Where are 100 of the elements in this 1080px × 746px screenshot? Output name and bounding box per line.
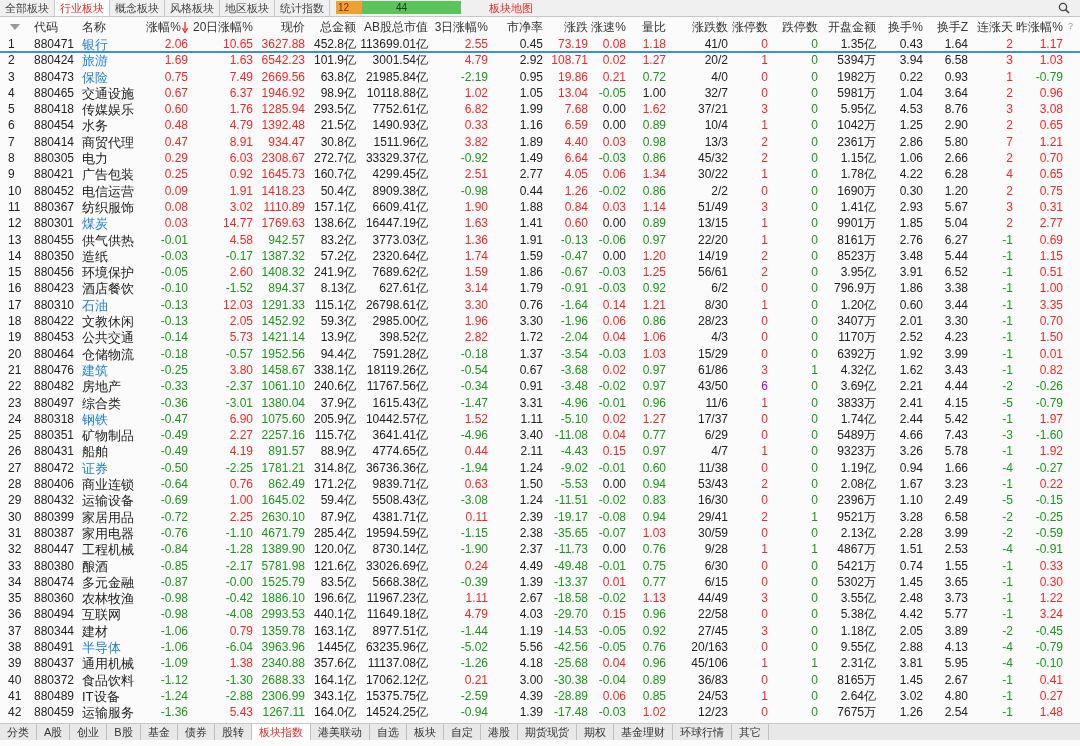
sector-name[interactable]: 运输服务 (78, 705, 135, 721)
sector-name[interactable]: 环境保护 (78, 265, 135, 281)
table-row[interactable]: 18 880422 文教休闲 -0.13 2.05 1452.92 59.3亿 2985.00亿 1.96 3.30 -1.96 0.06 0.86 28/23 0 0 3407万 2.01 3.30 -1 0.70 (0, 314, 1080, 331)
sector-name[interactable]: 煤炭 (78, 216, 135, 232)
tab[interactable]: 概念板块 (110, 0, 165, 16)
table-row[interactable]: 2 880424 旅游 1.69 1.63 6542.23 101.9亿 3001.54亿 4.79 2.92 108.71 0.02 1.27 20/2 1 0 5394万 3.94 6.58 3 1.03 (0, 53, 1080, 70)
sector-name[interactable]: 矿物制品 (78, 428, 135, 444)
table-row[interactable]: 17 880310 石油 -0.13 12.03 1291.33 115.1亿 26798.61亿 3.30 0.76 -1.64 0.14 1.21 8/30 1 0 1.20亿 0.60 3.44 -1 3.35 (0, 297, 1080, 315)
sector-name[interactable]: 建筑 (78, 362, 135, 378)
table-row[interactable]: 23 880497 综合类 -0.36 -3.01 1380.04 37.9亿 1615.43亿 -1.47 3.31 -4.96 -0.01 0.96 11/6 1 0 3833万 2.41 4.15 -5 -0.79 (0, 395, 1080, 412)
table-row[interactable]: 41 880489 IT设备 -1.24 -2.88 2306.99 343.1亿 15375.75亿 -2.59 4.39 -28.89 0.06 0.85 24/53 1 0 2.64亿 3.02 4.80 -1 0.27 (0, 688, 1080, 706)
sector-name[interactable]: 证券 (78, 460, 135, 476)
sector-name[interactable]: 文教休闲 (78, 314, 135, 330)
table-row[interactable]: 20 880464 仓储物流 -0.18 -0.57 1952.56 94.4亿 7591.28亿 -0.18 1.37 -3.54 -0.03 1.03 15/29 0 0 6392万 1.92 3.99 -1 0.01 (0, 346, 1080, 363)
sector-name[interactable]: 造纸 (78, 248, 135, 264)
table-row[interactable]: 33 880380 酿酒 -0.85 -2.17 5781.98 121.6亿 33026.69亿 0.24 4.49 -49.48 -0.01 0.75 6/30 0 0 5421万 0.74 1.55 -1 0.33 (0, 558, 1080, 575)
tab[interactable]: 港美联动 (310, 724, 370, 741)
table-row[interactable]: 26 880431 船舶 -0.49 4.19 891.57 88.9亿 4774.65亿 0.44 2.11 -4.43 0.15 0.97 4/7 1 0 9323万 3.26 5.78 -1 1.92 (0, 444, 1080, 461)
column-header[interactable]: AB股总市值 (364, 18, 428, 36)
column-header[interactable]: 代码 (34, 18, 58, 36)
sector-name[interactable]: 食品饮料 (78, 672, 135, 688)
table-row[interactable]: 8 880305 电力 0.29 6.03 2308.67 272.7亿 33329.37亿 -0.92 1.49 6.64 -0.03 0.86 45/32 2 0 1.15亿 1.06 2.66 2 0.70 (0, 151, 1080, 168)
column-header[interactable]: 涨幅% (146, 18, 181, 36)
tab[interactable]: A股 (37, 724, 71, 741)
tab[interactable]: 债券 (177, 724, 215, 741)
table-row[interactable]: 28 880406 商业连锁 -0.64 0.76 862.49 171.2亿 9839.71亿 0.63 1.50 -5.53 0.00 0.94 53/43 2 0 2.08亿 1.67 3.23 -1 0.22 (0, 477, 1080, 494)
table-row[interactable]: 21 880476 建筑 -0.25 3.80 1458.67 338.1亿 18119.26亿 -0.54 0.67 -3.68 0.02 0.97 61/86 3 1 4.32亿 1.62 3.43 -1 0.82 (0, 362, 1080, 380)
table-row[interactable]: 29 880432 运输设备 -0.69 1.00 1645.02 59.4亿 5508.43亿 -3.08 1.24 -11.51 -0.02 0.83 16/30 0 0 2396万 1.10 2.49 -5 -0.15 (0, 493, 1080, 510)
sector-name[interactable]: 家居用品 (78, 509, 135, 525)
sector-name[interactable]: 酒店餐饮 (78, 281, 135, 297)
table-row[interactable]: 16 880423 酒店餐饮 -0.10 -1.52 894.37 8.13亿 627.61亿 3.14 1.79 -0.91 -0.03 0.92 6/2 0 0 796.9万 1.86 3.38 -1 1.00 (0, 281, 1080, 298)
table-row[interactable]: 37 880344 建材 -1.06 0.79 1359.78 163.1亿 8977.51亿 -1.44 1.19 -14.53 -0.05 0.92 27/45 3 0 1.18亿 2.05 3.89 -2 -0.45 (0, 623, 1080, 640)
sector-name[interactable]: 商贸代理 (78, 134, 135, 150)
table-row[interactable]: 34 880474 多元金融 -0.87 -0.00 1525.79 83.5亿 5668.38亿 -0.39 1.39 -13.37 0.01 0.77 6/15 0 0 5302万 1.45 3.65 -1 0.30 (0, 574, 1080, 592)
column-header[interactable]: 市净率 (507, 18, 543, 36)
column-header[interactable]: 3日涨幅% (434, 18, 488, 36)
tab[interactable]: B股 (107, 724, 141, 741)
sector-name[interactable]: 综合类 (78, 395, 135, 411)
tab[interactable]: 其它 (731, 724, 769, 741)
table-row[interactable]: 6 880454 水务 0.48 4.79 1392.48 21.5亿 1490.93亿 0.33 1.16 6.59 0.00 0.89 10/4 1 0 1042万 1.25 2.90 2 0.65 (0, 118, 1080, 135)
table-row[interactable]: 40 880372 食品饮料 -1.12 -1.30 2688.33 164.1亿 17062.12亿 0.21 3.00 -30.38 -0.04 0.89 36/83 0 0 8165万 1.45 2.67 -1 0.41 (0, 672, 1080, 689)
sector-name[interactable]: 电力 (78, 151, 135, 167)
tab[interactable]: 统计指数 (275, 0, 330, 16)
tab[interactable]: 风格板块 (165, 0, 220, 16)
tab[interactable]: 地区板块 (220, 0, 275, 16)
table-row[interactable]: 7 880414 商贸代理 0.47 8.91 934.47 30.8亿 1511.96亿 3.82 1.89 4.40 0.03 0.98 13/3 2 0 2361万 2.86 5.80 7 1.21 (0, 134, 1080, 152)
table-row[interactable]: 25 880351 矿物制品 -0.49 2.27 2257.16 115.7亿 3641.41亿 -4.96 3.40 -11.08 0.04 0.77 6/29 0 0 5489万 4.66 7.43 -3 -1.60 (0, 428, 1080, 445)
column-header[interactable]: 开盘金额 (828, 18, 876, 36)
tab[interactable]: 创业 (70, 724, 108, 741)
tab[interactable]: 自选 (369, 724, 407, 741)
column-header[interactable]: 20日涨幅% (192, 18, 253, 36)
column-header[interactable]: 名称 (82, 18, 106, 36)
tab[interactable]: 基金 (140, 724, 178, 741)
table-row[interactable]: 13 880455 供气供热 -0.01 4.58 942.57 83.2亿 3773.03亿 1.36 1.91 -0.13 -0.06 0.97 22/20 1 0 8161万 2.76 6.27 -1 0.69 (0, 232, 1080, 249)
sector-name[interactable]: 电信运营 (78, 183, 135, 199)
table-row[interactable]: 39 880437 通用机械 -1.09 1.38 2340.88 357.6亿 11137.08亿 -1.26 4.18 -25.68 0.04 0.96 45/106 1 1 2.31亿 3.81 5.95 -4 -0.10 (0, 656, 1080, 673)
sector-name[interactable]: 酿酒 (78, 558, 135, 574)
table-row[interactable]: 12 880301 煤炭 0.03 14.77 1769.63 138.6亿 16447.19亿 1.63 1.41 0.60 0.00 0.89 13/15 1 0 9901万 1.85 5.04 2 2.77 (0, 216, 1080, 233)
sector-name[interactable]: 互联网 (78, 607, 135, 623)
table-row[interactable]: 42 880459 运输服务 -1.36 5.43 1267.11 164.0亿 14524.25亿 -0.94 1.39 -17.48 -0.03 1.02 12/23 0 0 7675万 1.26 2.54 -1 1.48 (0, 705, 1080, 722)
table-row[interactable]: 15 880456 环境保护 -0.05 2.60 1408.32 241.9亿 7689.62亿 1.59 1.86 -0.67 -0.03 1.25 56/61 2 0 3.95亿 3.91 6.52 -1 0.51 (0, 265, 1080, 282)
sector-name[interactable]: 运输设备 (78, 493, 135, 509)
sector-name[interactable]: 传媒娱乐 (78, 102, 135, 118)
column-header[interactable]: 换手% (888, 18, 923, 36)
table-row[interactable]: 22 880482 房地产 -0.33 -2.37 1061.10 240.6亿 11767.56亿 -0.34 0.91 -3.48 -0.02 0.97 43/50 6 0 3.69亿 2.21 4.44 -2 -0.26 (0, 379, 1080, 396)
table-row[interactable]: 30 880399 家居用品 -0.72 2.25 2630.10 87.9亿 4381.71亿 0.11 2.39 -19.17 -0.08 0.94 29/41 2 1 9521万 3.28 6.58 -2 -0.25 (0, 509, 1080, 526)
sector-name[interactable]: 水务 (78, 118, 135, 134)
table-row[interactable]: 19 880453 公共交通 -0.14 5.73 1421.14 13.9亿 398.52亿 2.82 1.72 -2.04 0.04 1.06 4/3 0 0 1170万 2.52 4.23 -1 1.50 (0, 330, 1080, 347)
tab[interactable]: 行业板块 (55, 0, 110, 16)
column-header[interactable]: 跌停数 (782, 18, 818, 36)
table-row[interactable]: 31 880387 家用电器 -0.76 -1.10 4671.79 285.4亿 19594.59亿 -1.15 2.38 -35.65 -0.07 1.03 30/59 0 0 2.13亿 2.28 3.99 -2 -0.59 (0, 525, 1080, 543)
tab[interactable]: 股转 (214, 724, 252, 741)
table-row[interactable]: 24 880318 钢铁 -0.47 6.90 1075.60 205.9亿 10442.57亿 1.52 1.11 -5.10 0.02 1.27 17/37 0 0 1.74亿 2.44 5.42 -1 1.97 (0, 411, 1080, 429)
table-row[interactable]: 5 880418 传媒娱乐 0.60 1.76 1285.94 293.5亿 7752.61亿 6.82 1.99 7.68 0.00 1.62 37/21 3 0 5.95亿 4.53 8.76 3 3.08 (0, 102, 1080, 119)
table-row[interactable]: 10 880452 电信运营 0.09 1.91 1418.23 50.4亿 8909.38亿 -0.98 0.44 1.26 -0.02 0.86 2/2 0 0 1690万 0.30 1.20 2 0.75 (0, 183, 1080, 200)
map-link[interactable]: 板块地图 (489, 0, 533, 16)
sector-name[interactable]: 钢铁 (78, 411, 135, 427)
column-header[interactable]: 涨跌数 (692, 18, 728, 36)
sector-name[interactable]: 银行 (78, 37, 135, 52)
sort-menu-icon[interactable] (10, 24, 20, 30)
column-header[interactable]: 量比 (642, 18, 666, 36)
sector-name[interactable]: 仓储物流 (78, 346, 135, 362)
table-row[interactable]: 36 880494 互联网 -0.98 -4.08 2993.53 440.1亿 11649.18亿 4.79 4.03 -29.70 0.15 0.96 22/58 0 0 5.38亿 4.42 5.77 -1 3.24 (0, 607, 1080, 624)
table-row[interactable]: 38 880491 半导体 -1.06 -6.04 3963.96 1445亿 63235.96亿 -5.02 5.56 -42.56 -0.05 0.76 20/163 0 0 9.55亿 2.88 4.13 -4 -0.79 (0, 640, 1080, 657)
tab[interactable]: 港股 (480, 724, 518, 741)
table-row[interactable]: 4 880465 交通设施 0.67 6.37 1946.92 98.9亿 10118.88亿 1.02 1.05 13.04 -0.05 1.00 32/7 0 0 5981万 1.04 3.64 2 0.96 (0, 85, 1080, 103)
sector-name[interactable]: 工程机械 (78, 542, 135, 558)
search-icon[interactable] (1058, 2, 1070, 14)
sector-name[interactable]: 船舶 (78, 444, 135, 460)
table-row[interactable]: 9 880421 广告包装 0.25 0.92 1645.73 160.7亿 4299.45亿 2.51 2.77 4.05 0.06 1.34 30/22 1 0 1.78亿 4.22 6.28 4 0.65 (0, 167, 1080, 184)
column-header[interactable]: 涨停数 (732, 18, 768, 36)
sector-name[interactable]: 半导体 (78, 640, 135, 655)
column-header[interactable]: 现价 (281, 18, 305, 36)
sector-name[interactable]: IT设备 (78, 688, 135, 704)
tab[interactable]: 环球行情 (672, 724, 732, 741)
tab[interactable]: 分类 (0, 724, 37, 741)
column-header[interactable]: 换手Z (936, 18, 968, 36)
sector-name[interactable]: 交通设施 (78, 85, 135, 101)
table-row[interactable]: 1 880471 银行 2.06 10.65 3627.88 452.8亿 113699.01亿 2.55 0.45 73.19 0.08 1.18 41/0 0 0 1.35亿 0.43 1.64 2 1.17 (0, 37, 1080, 54)
table-row[interactable]: 27 880472 证券 -0.50 -2.25 1781.21 314.8亿 36736.36亿 -1.94 1.24 -9.02 -0.01 0.60 11/38 0 0 1.19亿 0.94 1.66 -4 -0.27 (0, 460, 1080, 477)
